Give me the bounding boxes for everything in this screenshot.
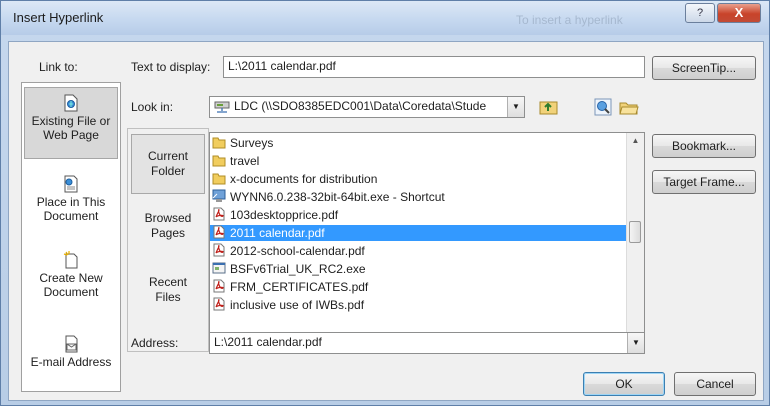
address-label: Address: (131, 336, 179, 350)
exe-icon (212, 262, 226, 274)
nav-recent-files-label-1: Recent (148, 275, 188, 289)
list-item[interactable]: WYNN6.0.238-32bit-64bit.exe - Shortcut (210, 189, 626, 205)
title-bar[interactable]: Insert Hyperlink To insert a hyperlink ?… (1, 1, 769, 35)
nav-current-folder-label-1: Current (147, 149, 188, 163)
pdf-icon (213, 297, 225, 311)
nav-browsed-pages[interactable]: Browsed Pages (131, 211, 205, 241)
look-in-dropdown[interactable]: LDC (\\SDO8385EDC001\Data\Coredata\Stude… (209, 96, 525, 118)
screentip-button[interactable]: ScreenTip... (652, 56, 756, 80)
target-frame-button[interactable]: Target Frame... (652, 170, 756, 194)
link-place-in-document[interactable]: Place in This Document (24, 175, 118, 223)
insert-hyperlink-dialog: Insert Hyperlink To insert a hyperlink ?… (0, 0, 770, 406)
existing-file-icon (64, 94, 78, 112)
link-existing-file-label-2: Web Page (43, 128, 99, 142)
list-item[interactable]: inclusive use of IWBs.pdf (210, 297, 626, 313)
new-document-icon (63, 251, 78, 269)
link-existing-file-label-1: Existing File or (31, 114, 111, 128)
look-in-label: Look in: (131, 100, 174, 114)
file-name: inclusive use of IWBs.pdf (230, 298, 365, 312)
chevron-down-icon[interactable]: ▼ (627, 333, 644, 353)
browse-file-icon[interactable] (619, 97, 639, 117)
bookmark-button[interactable]: Bookmark... (652, 134, 756, 158)
nav-current-folder-label-2: Folder (150, 164, 185, 178)
nav-browsed-pages-label-2: Pages (150, 226, 186, 240)
shortcut-icon (212, 189, 226, 202)
file-name: 2012-school-calendar.pdf (230, 244, 365, 258)
link-existing-file[interactable]: Existing File or Web Page (24, 87, 118, 159)
file-name: WYNN6.0.238-32bit-64bit.exe - Shortcut (230, 190, 445, 204)
link-place-label-2: Document (43, 209, 99, 223)
close-button[interactable]: X (717, 3, 761, 23)
pdf-icon (213, 225, 225, 239)
list-item[interactable]: FRM_CERTIFICATES.pdf (210, 279, 626, 295)
file-list-scrollbar[interactable]: ▲ ▼ (626, 133, 644, 351)
nav-recent-files-label-2: Files (155, 290, 181, 304)
network-drive-icon (214, 101, 230, 113)
link-create-label-2: Document (43, 285, 99, 299)
look-in-value: LDC (\\SDO8385EDC001\Data\Coredata\Stude (234, 99, 487, 113)
browse-nav-panel: Current Folder Browsed Pages Recent File… (127, 128, 209, 352)
address-input[interactable]: L:\2011 calendar.pdf ▼ (209, 332, 645, 354)
file-name: Surveys (230, 136, 274, 150)
file-name: x-documents for distribution (230, 172, 378, 186)
list-item-selected[interactable]: 2011 calendar.pdf (210, 225, 626, 241)
text-to-display-input[interactable]: L:\2011 calendar.pdf (223, 56, 645, 78)
link-create-label-1: Create New (39, 271, 103, 285)
link-email-label: E-mail Address (30, 355, 112, 369)
nav-browsed-pages-label-1: Browsed (144, 211, 192, 225)
link-place-label-1: Place in This (36, 195, 106, 209)
file-name: travel (230, 154, 260, 168)
link-email-address[interactable]: E-mail Address (24, 335, 118, 369)
file-name: 103desktopprice.pdf (230, 208, 339, 222)
nav-current-folder[interactable]: Current Folder (131, 134, 205, 194)
dialog-client-area: Link to: Existing File or Web Page Place… (8, 41, 764, 401)
scroll-up-icon[interactable]: ▲ (627, 133, 644, 149)
link-create-new-document[interactable]: Create New Document (24, 251, 118, 299)
link-to-panel: Existing File or Web Page Place in This … (21, 82, 121, 392)
folder-icon (212, 137, 226, 149)
file-list[interactable]: Surveys travel x-documents for distribut… (209, 132, 645, 352)
pdf-icon (213, 207, 225, 221)
nav-recent-files[interactable]: Recent Files (131, 275, 205, 305)
list-item[interactable]: 2012-school-calendar.pdf (210, 243, 626, 259)
file-name: BSFv6Trial_UK_RC2.exe (230, 262, 366, 276)
text-to-display-label: Text to display: (131, 60, 211, 74)
up-one-folder-icon[interactable] (539, 97, 559, 117)
file-name: 2011 calendar.pdf (230, 226, 325, 240)
chevron-down-icon[interactable]: ▼ (507, 97, 524, 117)
list-item[interactable]: BSFv6Trial_UK_RC2.exe (210, 261, 626, 277)
browse-web-icon[interactable] (593, 97, 613, 117)
pdf-icon (213, 243, 225, 257)
help-button[interactable]: ? (685, 3, 715, 23)
pdf-icon (213, 279, 225, 293)
list-item[interactable]: x-documents for distribution (210, 171, 626, 187)
cancel-button[interactable]: Cancel (674, 372, 756, 396)
folder-icon (212, 155, 226, 167)
file-name: FRM_CERTIFICATES.pdf (230, 280, 369, 294)
list-item[interactable]: travel (210, 153, 626, 169)
email-icon (65, 335, 78, 353)
ok-button[interactable]: OK (583, 372, 665, 396)
address-value: L:\2011 calendar.pdf (214, 335, 322, 349)
dialog-title: Insert Hyperlink (13, 10, 104, 25)
link-to-label: Link to: (39, 60, 78, 74)
place-in-document-icon (64, 175, 78, 193)
background-window-text: To insert a hyperlink (516, 13, 623, 27)
list-item[interactable]: Surveys (210, 135, 626, 151)
folder-icon (212, 173, 226, 185)
scroll-thumb[interactable] (629, 221, 641, 243)
list-item[interactable]: 103desktopprice.pdf (210, 207, 626, 223)
